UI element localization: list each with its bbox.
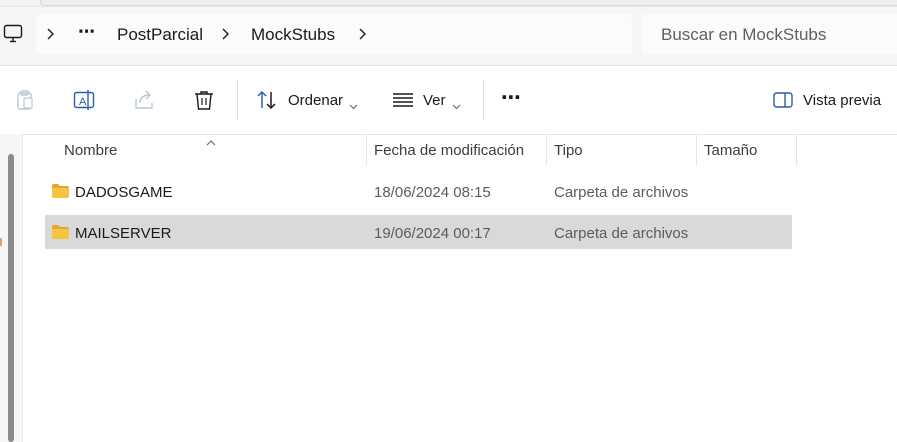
chevron-right-icon[interactable]	[221, 27, 231, 46]
toolbar-separator	[483, 80, 484, 120]
file-type: Carpeta de archivos	[554, 184, 689, 201]
clipboard-icon[interactable]	[14, 89, 36, 116]
column-header-modified[interactable]: Fecha de modificación	[374, 142, 524, 159]
rename-icon[interactable]: A	[73, 89, 95, 116]
file-name: DADOSGAME	[75, 184, 173, 201]
folder-icon	[51, 224, 70, 245]
column-divider[interactable]	[696, 134, 697, 166]
computer-icon[interactable]	[3, 24, 23, 49]
preview-pane-icon[interactable]	[773, 92, 793, 113]
column-header-type[interactable]: Tipo	[554, 142, 583, 159]
more-options-button[interactable]: ⋯	[501, 85, 522, 110]
trash-icon[interactable]	[193, 89, 215, 116]
column-header-name[interactable]: Nombre	[64, 142, 117, 159]
share-icon[interactable]	[133, 89, 155, 116]
svg-text:A: A	[79, 96, 87, 108]
search-placeholder: Buscar en MockStubs	[661, 25, 827, 44]
breadcrumb-overflow[interactable]: ⋯	[78, 22, 95, 42]
chevron-down-icon[interactable]	[452, 97, 461, 115]
column-header-size[interactable]: Tamaño	[704, 142, 757, 159]
chevron-right-icon[interactable]	[46, 27, 56, 46]
file-name: MAILSERVER	[75, 225, 172, 242]
breadcrumb-item-mockstubs[interactable]: MockStubs	[251, 25, 335, 45]
breadcrumb-item-postparcial[interactable]: PostParcial	[117, 25, 203, 45]
tab-strip-edge	[40, 0, 897, 6]
column-divider[interactable]	[366, 134, 367, 166]
view-icon[interactable]	[392, 92, 414, 113]
column-divider[interactable]	[546, 134, 547, 166]
chevron-right-icon[interactable]	[358, 27, 368, 46]
preview-pane-button[interactable]: Vista previa	[803, 92, 881, 109]
file-type: Carpeta de archivos	[554, 225, 689, 242]
nav-selection-accent	[0, 238, 2, 246]
folder-icon	[51, 183, 70, 204]
sort-ascending-icon	[206, 133, 216, 151]
column-divider[interactable]	[796, 134, 797, 166]
file-modified: 18/06/2024 08:15	[374, 184, 491, 201]
chevron-down-icon[interactable]	[349, 97, 358, 115]
view-button[interactable]: Ver	[423, 92, 446, 109]
sort-icon[interactable]	[256, 90, 278, 115]
toolbar-separator	[237, 80, 238, 120]
navigation-scrollbar[interactable]	[8, 154, 14, 442]
sort-button[interactable]: Ordenar	[288, 92, 343, 109]
file-modified: 19/06/2024 00:17	[374, 225, 491, 242]
